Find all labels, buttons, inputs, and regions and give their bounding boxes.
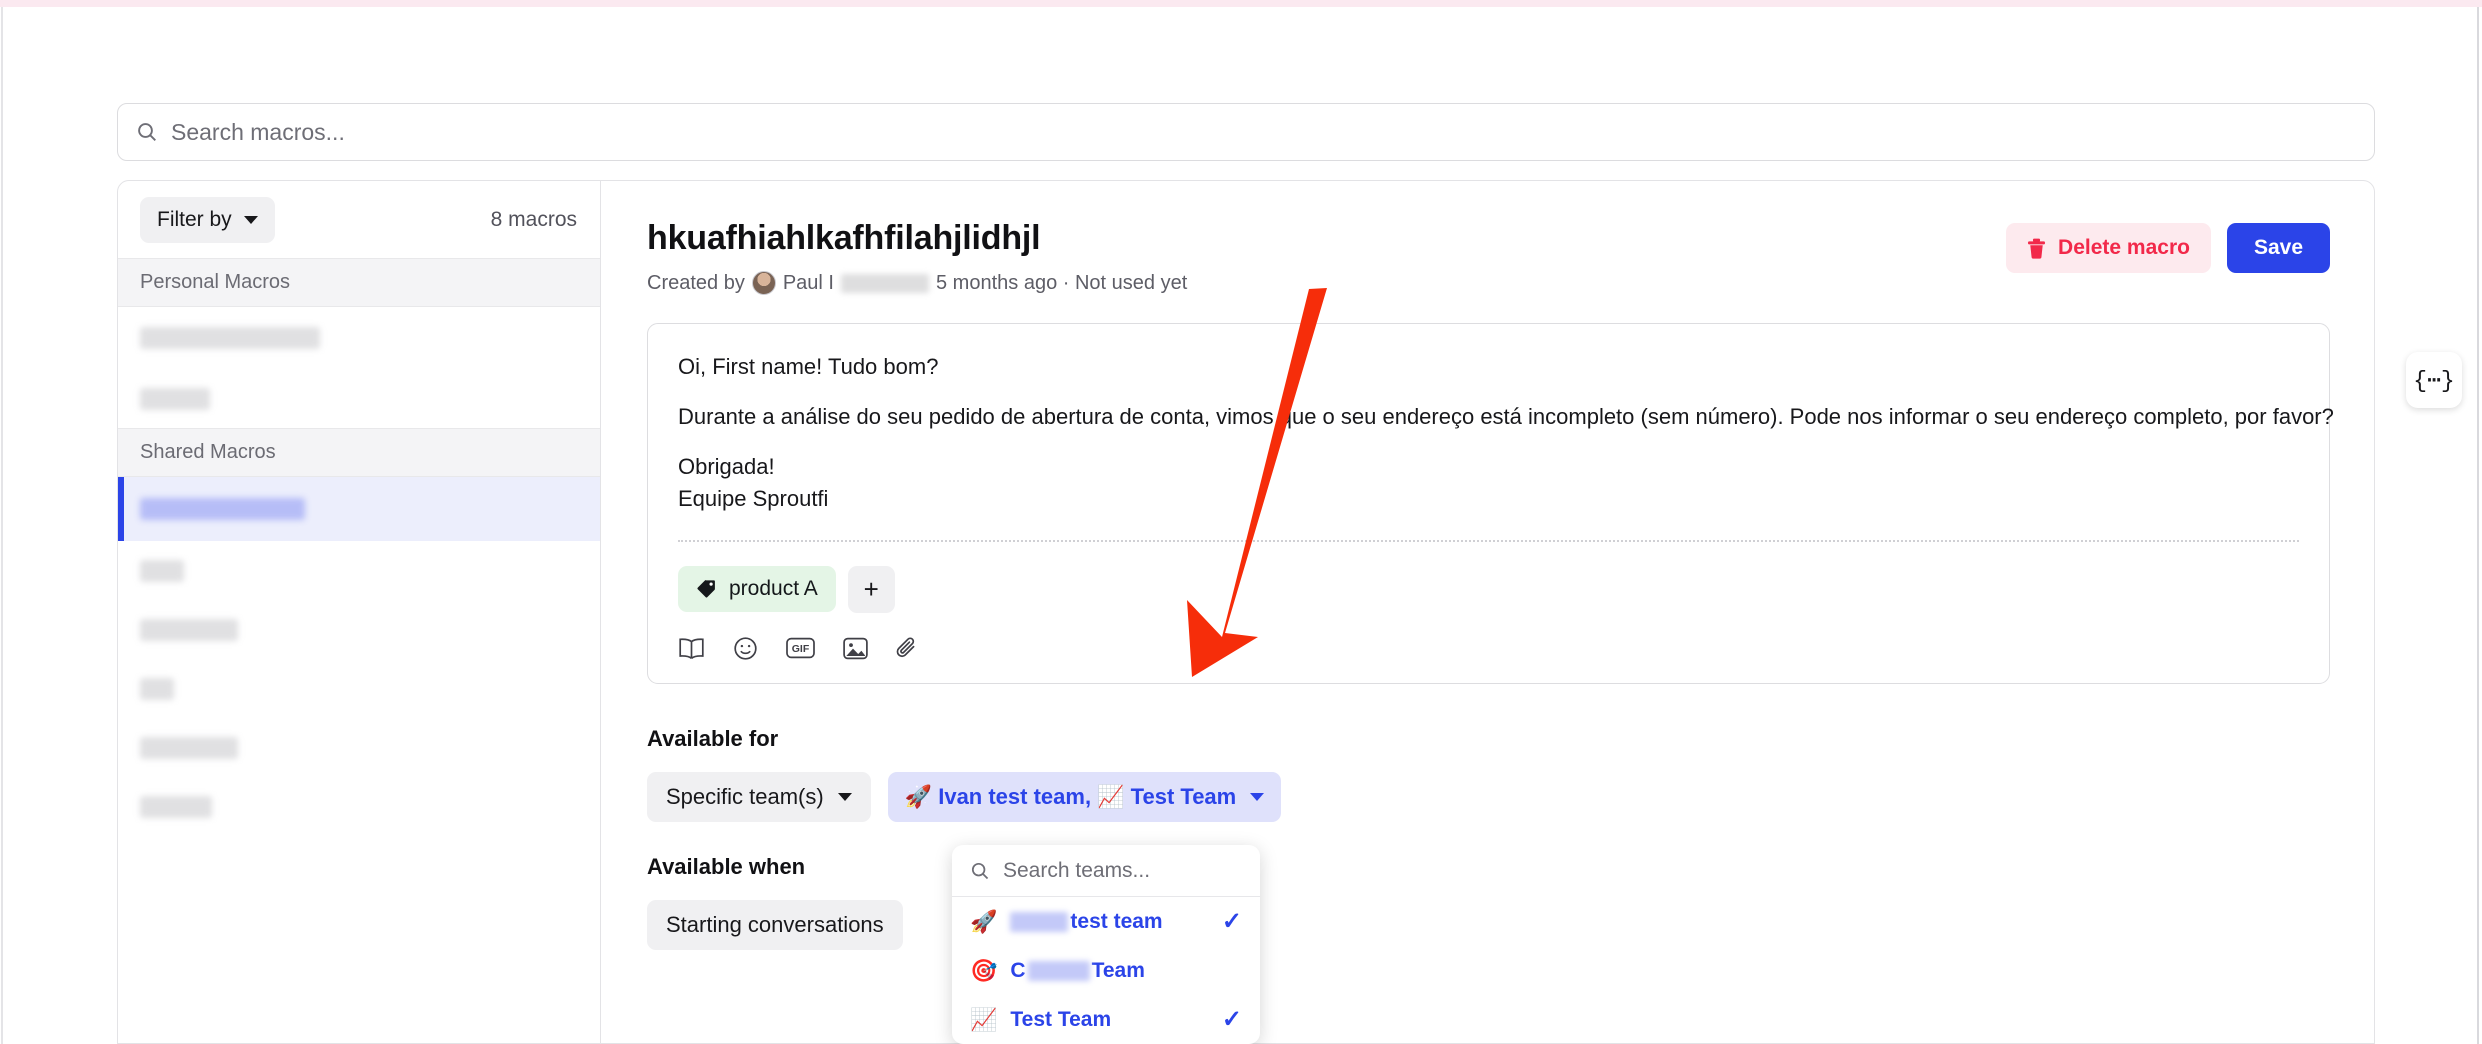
list-item[interactable] <box>118 659 600 718</box>
insert-variable-button[interactable]: {⋯} <box>2406 352 2462 408</box>
teams-dropdown-panel: Search teams... 🚀 test team ✓ 🎯 C Team 📈 Test T… <box>952 845 1260 1044</box>
add-tag-button[interactable]: + <box>847 565 895 613</box>
available-when-section: Available when Starting conversations <box>647 854 2330 950</box>
meta-author-name: Paul I <box>782 271 834 294</box>
trigger-value: Starting conversations <box>666 911 884 937</box>
scope-value: Specific team(s) <box>666 783 824 809</box>
body-line-1: Oi, First name! Tudo bom? <box>678 354 939 379</box>
redacted-macro-name <box>140 618 238 641</box>
macro-body-editor[interactable]: Oi, First name! Tudo bom? Durante a anál… <box>647 323 2334 684</box>
save-button[interactable]: Save <box>2226 223 2330 273</box>
list-item[interactable] <box>118 718 600 777</box>
delete-macro-label: Delete macro <box>2058 236 2190 259</box>
check-icon: ✓ <box>1221 908 1242 935</box>
scope-dropdown[interactable]: Specific team(s) <box>647 771 871 822</box>
gif-icon[interactable]: GIF <box>786 637 815 659</box>
body-line-4: Equipe Sproutfi <box>678 485 829 511</box>
body-line-3: Obrigada! <box>678 454 775 480</box>
sidebar-group-header: Shared Macros <box>118 428 600 477</box>
right-window-edge <box>2477 7 2479 1044</box>
redacted-macro-name <box>140 559 184 582</box>
macros-sidebar: Filter by 8 macros Personal Macros Shared… <box>118 181 601 1043</box>
teams-option-list: 🚀 test team ✓ 🎯 C Team 📈 Test Team ✓ <box>952 897 1260 1044</box>
left-window-edge <box>1 7 3 1044</box>
redacted-macro-name <box>140 387 210 410</box>
search-macros-bar[interactable]: Search macros... <box>117 103 2375 161</box>
delete-macro-button[interactable]: Delete macro <box>2006 223 2211 273</box>
editor-toolbar: GIF <box>678 636 2299 661</box>
top-accent-strip <box>0 0 2482 7</box>
trash-icon <box>2027 238 2046 259</box>
svg-text:GIF: GIF <box>792 643 810 655</box>
macro-detail: hkuafhiahlkafhfilahjlidhjl Created by Pa… <box>601 181 2374 1043</box>
list-item[interactable] <box>118 369 600 428</box>
tag-chip[interactable]: product A <box>678 566 836 613</box>
emoji-icon[interactable] <box>733 636 758 661</box>
list-item[interactable] <box>118 307 600 369</box>
image-icon[interactable] <box>843 637 868 660</box>
team-emoji-icon: 📈 <box>970 1006 998 1032</box>
search-input-placeholder[interactable]: Search macros... <box>171 119 345 146</box>
available-for-label: Available for <box>647 725 779 751</box>
redacted-macro-name <box>140 677 174 700</box>
redacted-team-name <box>1027 960 1090 981</box>
tag-row: product A + <box>678 565 2299 613</box>
chevron-down-icon <box>243 215 258 224</box>
detail-actions: Delete macro Save <box>2006 223 2330 273</box>
list-item[interactable] <box>118 477 600 541</box>
teams-value: 🚀 Ivan test team, 📈 Test Team <box>904 783 1237 809</box>
list-item[interactable] <box>118 777 600 836</box>
available-when-label: Available when <box>647 853 806 879</box>
detail-header: hkuafhiahlkafhfilahjlidhjl Created by Pa… <box>647 219 2330 295</box>
editor-divider <box>678 539 2299 542</box>
book-icon[interactable] <box>678 637 705 660</box>
list-item[interactable] <box>118 600 600 659</box>
teams-search-field[interactable]: Search teams... <box>952 845 1260 897</box>
team-emoji-icon: 🎯 <box>970 957 998 983</box>
menu-item-team[interactable]: 🚀 test team ✓ <box>952 897 1260 946</box>
search-icon <box>970 861 990 881</box>
macro-count-label: 8 macros <box>490 207 577 231</box>
trigger-dropdown[interactable]: Starting conversations <box>647 899 903 950</box>
page-title: hkuafhiahlkafhfilahjlidhjl <box>647 219 1041 257</box>
meta-author-redacted <box>841 273 929 293</box>
menu-item-team[interactable]: 🎯 C Team <box>952 946 1260 995</box>
sidebar-groups: Personal Macros Shared Macros <box>118 258 600 836</box>
filter-by-label: Filter by <box>157 207 232 231</box>
check-icon: ✓ <box>1221 1006 1242 1033</box>
teams-search-placeholder[interactable]: Search teams... <box>1003 859 1150 883</box>
redacted-team-name <box>1010 911 1069 932</box>
chevron-down-icon <box>837 792 852 801</box>
available-for-controls: Specific team(s) 🚀 Ivan test team, 📈 Tes… <box>647 771 2330 822</box>
chevron-down-icon <box>1250 792 1265 801</box>
filter-by-button[interactable]: Filter by <box>140 196 275 243</box>
tag-label: product A <box>729 577 818 601</box>
body-line-2: Durante a análise do seu pedido de abert… <box>678 404 2334 430</box>
menu-item-team[interactable]: 📈 Test Team ✓ <box>952 995 1260 1044</box>
team-emoji-icon: 🚀 <box>970 908 998 934</box>
sidebar-group-header: Personal Macros <box>118 258 600 307</box>
team-name: test team <box>1010 910 1163 934</box>
redacted-macro-name <box>140 498 305 520</box>
available-when-controls: Starting conversations <box>647 899 2330 950</box>
avatar <box>751 271 776 295</box>
redacted-macro-name <box>140 327 320 349</box>
team-name: C Team <box>1010 958 1145 982</box>
macro-meta: Created by Paul I 5 months ago · Not use… <box>647 271 1187 295</box>
redacted-macro-name <box>140 736 238 759</box>
meta-usage: 5 months ago · Not used yet <box>936 271 1188 294</box>
tag-icon <box>696 579 716 599</box>
list-item[interactable] <box>118 541 600 600</box>
available-for-section: Available for Specific team(s) 🚀 Ivan te… <box>647 726 2330 822</box>
search-icon <box>136 121 158 143</box>
team-name: Test Team <box>1010 1007 1112 1031</box>
redacted-macro-name <box>140 795 212 818</box>
sidebar-toolbar: Filter by 8 macros <box>118 181 600 258</box>
teams-dropdown-trigger[interactable]: 🚀 Ivan test team, 📈 Test Team <box>887 771 1282 822</box>
meta-created-by: Created by <box>647 271 745 294</box>
attachment-icon[interactable] <box>896 636 918 661</box>
